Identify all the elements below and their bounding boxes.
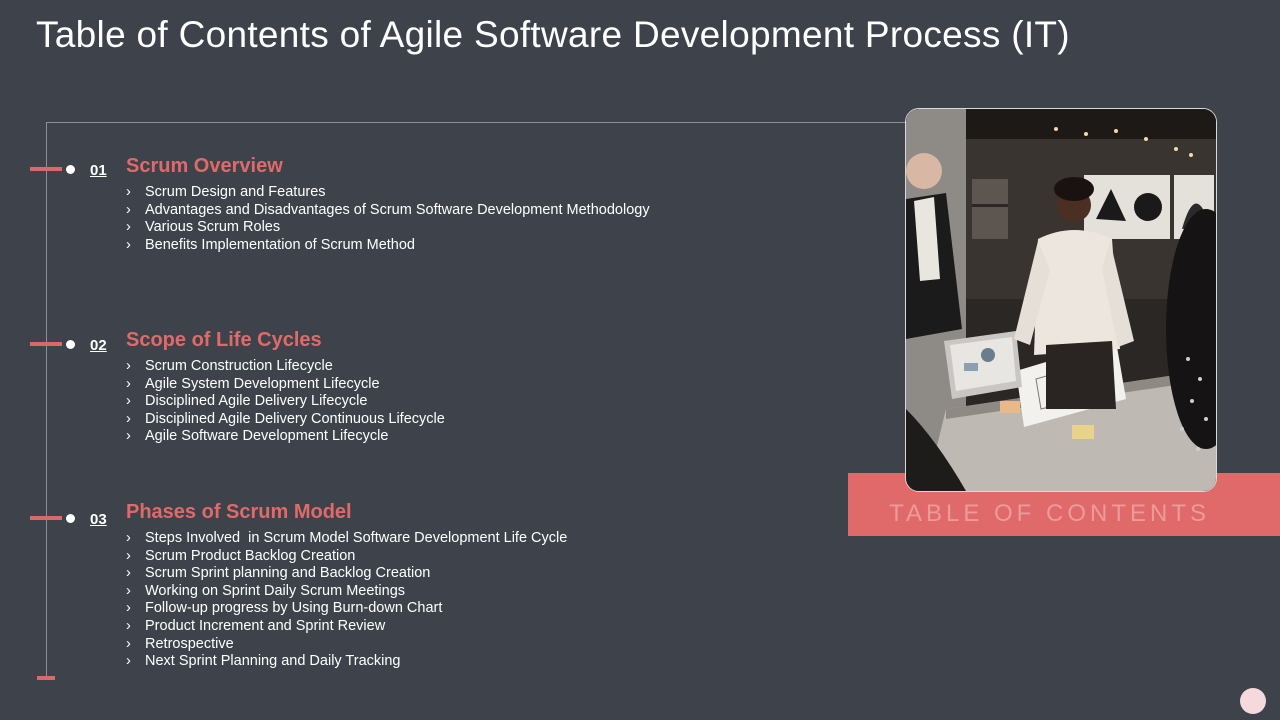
list-item: › Scrum Construction Lifecycle <box>126 358 445 376</box>
list-item-label: Agile System Development Lifecycle <box>145 375 380 392</box>
corner-decoration-dot <box>1240 688 1266 714</box>
section-item-list: › Steps Involved in Scrum Model Software … <box>126 530 567 671</box>
chevron-right-icon: › <box>126 617 131 634</box>
list-item-label: Next Sprint Planning and Daily Tracking <box>145 653 401 670</box>
page-title: Table of Contents of Agile Software Deve… <box>36 14 1070 55</box>
section-number[interactable]: 03 <box>90 511 107 528</box>
list-item: › Scrum Product Backlog Creation <box>126 548 567 566</box>
frame-top-line <box>46 122 906 123</box>
list-item-label: Disciplined Agile Delivery Continuous Li… <box>145 410 445 427</box>
section-marker-bar <box>30 167 62 171</box>
list-item: › Disciplined Agile Delivery Lifecycle <box>126 393 445 411</box>
list-item: › Working on Sprint Daily Scrum Meetings <box>126 583 567 601</box>
list-item: › Agile System Development Lifecycle <box>126 376 445 394</box>
section-marker-bar <box>30 342 62 346</box>
list-item-label: Scrum Sprint planning and Backlog Creati… <box>145 565 431 582</box>
chevron-right-icon: › <box>126 582 131 599</box>
list-item-label: Retrospective <box>145 635 234 652</box>
list-item-label: Agile Software Development Lifecycle <box>145 428 389 445</box>
list-item-label: Various Scrum Roles <box>145 219 281 236</box>
list-item-label: Scrum Product Backlog Creation <box>145 547 356 564</box>
list-item: › Next Sprint Planning and Daily Tracking <box>126 653 567 671</box>
list-item-label: Follow-up progress by Using Burn-down Ch… <box>145 600 443 617</box>
section-number[interactable]: 01 <box>90 162 107 179</box>
list-item-label: Scrum Construction Lifecycle <box>145 358 333 374</box>
section-number[interactable]: 02 <box>90 337 107 354</box>
list-item: › Steps Involved in Scrum Model Software … <box>126 530 567 548</box>
section-item-list: › Scrum Design and Features › Advantages a… <box>126 184 650 254</box>
chevron-right-icon: › <box>126 653 131 670</box>
frame-bottom-cap <box>37 676 55 680</box>
list-item: › Follow-up progress by Using Burn-down C… <box>126 600 567 618</box>
toc-side-label: TABLE OF CONTENTS <box>889 500 1210 527</box>
chevron-right-icon: › <box>126 358 131 374</box>
section-title-phases-of-scrum-model: Phases of Scrum Model <box>126 501 352 523</box>
list-item: › Scrum Design and Features <box>126 184 650 202</box>
chevron-right-icon: › <box>126 219 131 236</box>
chevron-right-icon: › <box>126 375 131 392</box>
section-marker-dot <box>66 165 75 174</box>
list-item-label: Benefits Implementation of Scrum Method <box>145 236 415 253</box>
list-item: › Benefits Implementation of Scrum Method <box>126 237 650 255</box>
section-title-scrum-overview: Scrum Overview <box>126 155 283 177</box>
list-item: › Disciplined Agile Delivery Continuous L… <box>126 411 445 429</box>
list-item: › Scrum Sprint planning and Backlog Creat… <box>126 565 567 583</box>
team-meeting-photo <box>905 108 1217 492</box>
list-item: › Agile Software Development Lifecycle <box>126 428 445 446</box>
list-item-label: Working on Sprint Daily Scrum Meetings <box>145 582 406 599</box>
frame-left-line <box>46 122 47 678</box>
list-item-label: Steps Involved in Scrum Model Software D… <box>145 530 568 546</box>
section-title-scope-of-life-cycles: Scope of Life Cycles <box>126 329 322 351</box>
chevron-right-icon: › <box>126 410 131 427</box>
chevron-right-icon: › <box>126 600 131 617</box>
list-item: › Advantages and Disadvantages of Scrum S… <box>126 202 650 220</box>
chevron-right-icon: › <box>126 530 131 546</box>
list-item-label: Advantages and Disadvantages of Scrum So… <box>145 201 650 218</box>
list-item-label: Scrum Design and Features <box>145 184 326 200</box>
chevron-right-icon: › <box>126 547 131 564</box>
chevron-right-icon: › <box>126 236 131 253</box>
chevron-right-icon: › <box>126 428 131 445</box>
list-item-label: Product Increment and Sprint Review <box>145 617 386 634</box>
section-marker-dot <box>66 514 75 523</box>
section-marker-bar <box>30 516 62 520</box>
list-item: › Various Scrum Roles <box>126 219 650 237</box>
chevron-right-icon: › <box>126 635 131 652</box>
chevron-right-icon: › <box>126 393 131 410</box>
section-item-list: › Scrum Construction Lifecycle › Agile Sys… <box>126 358 445 446</box>
chevron-right-icon: › <box>126 565 131 582</box>
list-item-label: Disciplined Agile Delivery Lifecycle <box>145 393 368 410</box>
chevron-right-icon: › <box>126 201 131 218</box>
section-marker-dot <box>66 340 75 349</box>
list-item: › Retrospective <box>126 636 567 654</box>
chevron-right-icon: › <box>126 184 131 200</box>
list-item: › Product Increment and Sprint Review <box>126 618 567 636</box>
